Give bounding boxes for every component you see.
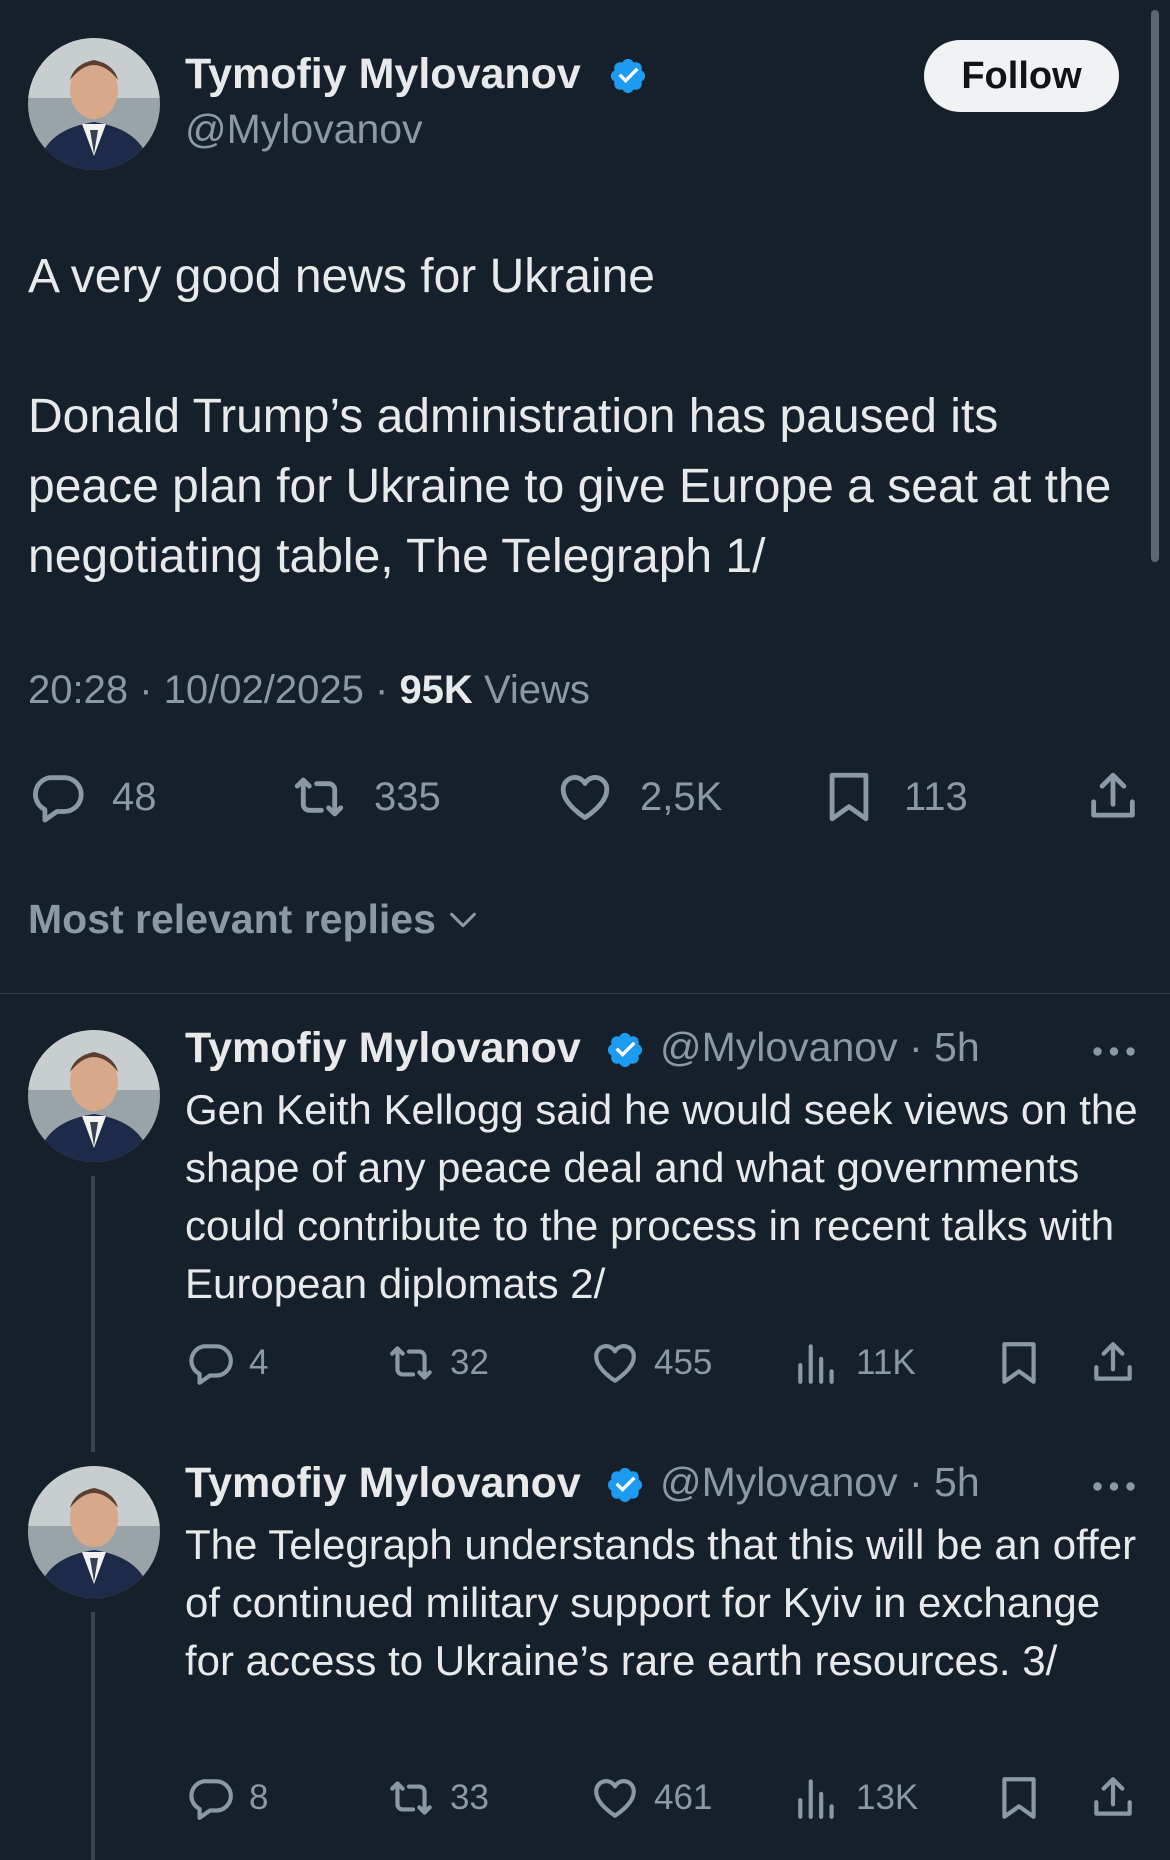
tweet-thread-page: Tymofiy Mylovanov @Mylovanov Follow A ve…	[0, 0, 1170, 1860]
views-button[interactable]: 13K	[792, 1773, 918, 1823]
heart-icon	[556, 768, 614, 826]
avatar-image	[28, 38, 160, 170]
divider	[0, 993, 1170, 994]
repost-button[interactable]: 335	[290, 768, 441, 826]
repost-icon	[386, 1338, 436, 1388]
bookmark-icon	[820, 768, 878, 826]
like-count: 461	[654, 1778, 713, 1817]
like-count: 455	[654, 1343, 713, 1382]
meta-separator: ·	[375, 668, 400, 712]
reply-count: 8	[249, 1778, 269, 1817]
heart-icon	[590, 1338, 640, 1388]
reply-icon	[185, 1338, 235, 1388]
author-name[interactable]: Tymofiy Mylovanov	[185, 50, 581, 99]
tweet-time[interactable]: 20:28	[28, 668, 128, 712]
avatar[interactable]	[28, 38, 160, 170]
views-button[interactable]: 11K	[792, 1338, 916, 1388]
avatar[interactable]	[28, 1466, 160, 1598]
chevron-down-icon	[449, 912, 476, 927]
bookmark-button[interactable]	[994, 1773, 1044, 1823]
share-button[interactable]	[1084, 768, 1142, 826]
share-icon	[1088, 1338, 1138, 1388]
verified-badge-icon	[605, 1030, 645, 1070]
avatar-image	[28, 1466, 160, 1598]
reply-button[interactable]: 48	[28, 768, 157, 826]
like-count: 2,5K	[640, 774, 723, 819]
views-label: Views	[483, 668, 590, 712]
views-count: 13K	[856, 1778, 919, 1817]
repost-count: 32	[450, 1343, 489, 1382]
thread-line	[91, 1612, 95, 1860]
repost-count: 335	[374, 774, 441, 819]
reply-handle-time[interactable]: @Mylovanov · 5h	[660, 1459, 980, 1506]
heart-icon	[590, 1773, 640, 1823]
reply-icon	[185, 1773, 235, 1823]
like-button[interactable]: 455	[590, 1338, 712, 1388]
thread-line	[91, 1176, 95, 1452]
bookmark-icon	[994, 1773, 1044, 1823]
tweet-meta: 20:28 · 10/02/2025 · 95K Views	[28, 668, 590, 713]
repost-button[interactable]: 32	[386, 1338, 489, 1388]
share-button[interactable]	[1088, 1773, 1138, 1823]
bookmark-count: 113	[904, 774, 968, 819]
reply-text: Gen Keith Kellogg said he would seek vie…	[185, 1086, 1138, 1307]
tweet-text-body: Donald Trump’s administration has paused…	[28, 390, 1112, 583]
like-button[interactable]: 461	[590, 1773, 712, 1823]
repost-icon	[386, 1773, 436, 1823]
verified-badge-icon	[605, 1465, 645, 1505]
repost-button[interactable]: 33	[386, 1773, 489, 1823]
reply-button[interactable]: 8	[185, 1773, 268, 1823]
views-count: 95K	[399, 668, 473, 712]
replies-sort-label: Most relevant replies	[28, 896, 436, 942]
verified-badge-icon	[608, 56, 648, 96]
reply-icon	[28, 768, 86, 826]
tweet-date[interactable]: 10/02/2025	[164, 668, 364, 712]
reply-author-name[interactable]: Tymofiy Mylovanov	[185, 1459, 581, 1508]
bookmark-icon	[994, 1338, 1044, 1388]
views-icon	[792, 1773, 842, 1823]
views-icon	[792, 1338, 842, 1388]
reply-text: The Telegraph understands that this will…	[185, 1521, 1137, 1684]
meta-separator: ·	[139, 668, 164, 712]
bookmark-button[interactable]: 113	[820, 768, 968, 826]
author-handle[interactable]: @Mylovanov	[185, 106, 423, 153]
avatar-image	[28, 1030, 160, 1162]
share-button[interactable]	[1088, 1338, 1138, 1388]
reply-count: 4	[249, 1343, 269, 1382]
reply-handle-time[interactable]: @Mylovanov · 5h	[660, 1024, 980, 1071]
follow-button[interactable]: Follow	[924, 40, 1119, 112]
share-icon	[1088, 1773, 1138, 1823]
repost-count: 33	[450, 1778, 489, 1817]
share-icon	[1084, 768, 1142, 826]
reply-button[interactable]: 4	[185, 1338, 268, 1388]
bookmark-button[interactable]	[994, 1338, 1044, 1388]
scrollbar[interactable]	[1151, 10, 1159, 562]
repost-icon	[290, 768, 348, 826]
views-count: 11K	[856, 1343, 916, 1382]
reply-count: 48	[112, 774, 157, 819]
more-options-icon[interactable]	[1092, 1044, 1136, 1059]
more-options-icon[interactable]	[1092, 1479, 1136, 1494]
like-button[interactable]: 2,5K	[556, 768, 722, 826]
tweet-text-line: A very good news for Ukraine	[28, 250, 655, 303]
reply-author-name[interactable]: Tymofiy Mylovanov	[185, 1024, 581, 1073]
avatar[interactable]	[28, 1030, 160, 1162]
replies-sort-dropdown[interactable]: Most relevant replies	[28, 896, 480, 943]
